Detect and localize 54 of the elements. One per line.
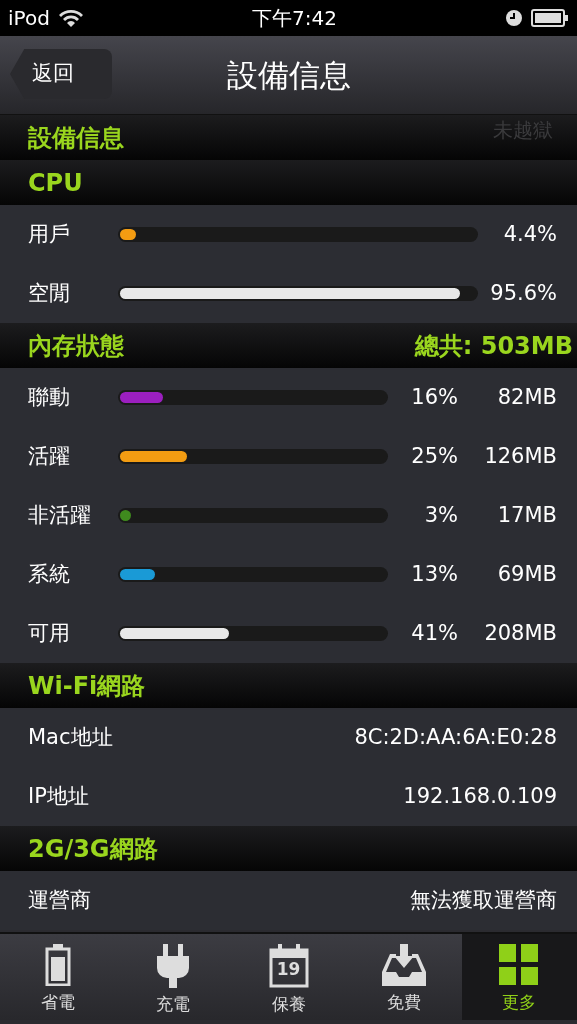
device-name: iPod xyxy=(8,5,50,32)
row-percent: 25% xyxy=(410,442,458,470)
row-value: 8C:2D:AA:6A:E0:28 xyxy=(354,723,557,751)
row-value: 無法獲取運營商 xyxy=(410,886,557,914)
tab-item[interactable]: 省電 xyxy=(0,934,116,1020)
row-size: 208MB xyxy=(484,619,557,647)
row-size: 82MB xyxy=(497,383,557,411)
row-label: 空閒 xyxy=(28,279,71,307)
back-button[interactable]: 返回 xyxy=(10,49,112,99)
tab-label: 充電 xyxy=(156,993,191,1016)
row-label: 可用 xyxy=(28,619,71,647)
row-label: 用戶 xyxy=(28,220,71,248)
section-title: 2G/3G網路 xyxy=(28,833,158,865)
row-size: 69MB xyxy=(497,560,557,588)
calendar-day: 19 xyxy=(276,961,301,978)
wifi-icon xyxy=(57,8,84,28)
section-title: 設備信息 xyxy=(28,122,124,154)
row-label: 系統 xyxy=(28,560,71,588)
row-size: 17MB xyxy=(497,501,557,529)
tab-label: 免費 xyxy=(386,991,421,1014)
tab-item[interactable]: 更多 xyxy=(461,934,577,1020)
row-percent: 13% xyxy=(410,560,458,588)
row-value: 95.6% xyxy=(490,279,557,307)
row-label: Mac地址 xyxy=(28,723,113,751)
tab-item[interactable]: 充電 xyxy=(115,934,231,1020)
inbox-download-icon xyxy=(381,944,426,986)
row-percent: 41% xyxy=(410,619,458,647)
clock-icon xyxy=(505,9,523,27)
row-size: 126MB xyxy=(484,442,557,470)
clock-time: 下午7:42 xyxy=(251,5,337,32)
tab-label: 更多 xyxy=(502,991,537,1014)
row-label: IP地址 xyxy=(28,782,89,810)
section-title: CPU xyxy=(28,167,83,199)
memory-total: 總共: 503MB xyxy=(414,330,573,362)
row-percent: 3% xyxy=(423,501,458,529)
tab-label: 保養 xyxy=(271,993,306,1016)
row-label: 活躍 xyxy=(28,442,71,470)
grid-icon xyxy=(499,944,540,986)
row-label: 運營商 xyxy=(28,886,91,914)
section-title: 內存狀態 xyxy=(28,330,124,362)
battery-icon xyxy=(44,944,71,986)
row-value: 192.168.0.109 xyxy=(403,782,557,810)
row-value: 4.4% xyxy=(503,220,557,248)
row-percent: 16% xyxy=(410,383,458,411)
tab-item[interactable]: 19 保養 xyxy=(230,934,347,1020)
row-label: 聯動 xyxy=(28,383,71,411)
row-label: 非活躍 xyxy=(28,501,92,529)
plug-icon xyxy=(157,944,190,988)
page-title: 設備信息 xyxy=(226,55,351,95)
section-title: Wi-Fi網路 xyxy=(28,670,146,702)
battery-icon xyxy=(531,9,569,27)
calendar-icon xyxy=(268,944,309,988)
tab-item[interactable]: 免費 xyxy=(346,934,462,1020)
tab-label: 省電 xyxy=(40,991,75,1014)
